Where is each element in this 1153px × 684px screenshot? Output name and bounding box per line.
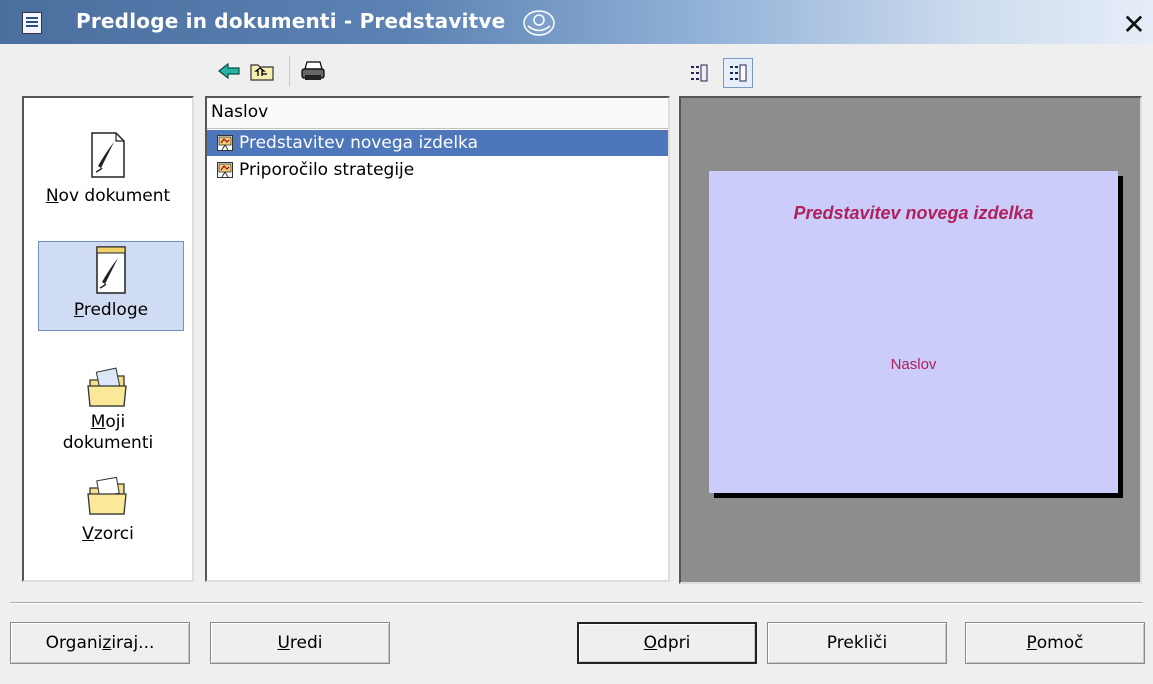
shade-icon[interactable] (522, 9, 556, 37)
presentation-icon (217, 162, 233, 178)
sidebar-item-samples[interactable]: Vzorci (24, 474, 192, 545)
list-item[interactable]: Predstavitev novega izdelka (207, 130, 668, 156)
sidebar: Nov dokument Predloge Moji dokumenti Vzo… (22, 96, 194, 582)
template-list: Naslov Predstavitev novega izdelka Pripo… (205, 96, 670, 582)
edit-button[interactable]: Uredi (210, 622, 390, 664)
slide-subtitle: Naslov (890, 356, 937, 373)
sidebar-item-label: Nov dokument (45, 186, 171, 206)
printer-icon[interactable] (298, 56, 328, 86)
slide-preview: Predstavitev novega izdelka Naslov (709, 171, 1118, 493)
organize-button[interactable]: Organi z iraj... (10, 622, 190, 664)
sidebar-item-label: Vzorci (82, 524, 134, 544)
separator (10, 602, 1143, 604)
sidebar-item-label: Predloge (73, 300, 149, 320)
samples-folder-icon (87, 476, 127, 515)
details-view-icon (691, 64, 708, 82)
app-icon (22, 12, 42, 34)
sidebar-item-templates[interactable]: Predloge (38, 241, 184, 331)
cancel-button[interactable]: Prekliči (767, 622, 947, 664)
back-arrow-icon[interactable] (216, 56, 242, 86)
preview-pane: Predstavitev novega izdelka Naslov (679, 96, 1142, 584)
close-button[interactable]: ✕ (1118, 7, 1150, 41)
sidebar-item-new-document[interactable]: Nov dokument (24, 130, 192, 207)
templates-icon (96, 246, 126, 294)
slide-title: Predstavitev novega izdelka (793, 203, 1034, 223)
column-header-title[interactable]: Naslov (207, 98, 668, 129)
list-item[interactable]: Priporočilo strategije (207, 157, 668, 183)
details-view-button[interactable] (684, 58, 714, 88)
toolbar-separator (289, 56, 290, 86)
presentation-icon (217, 135, 233, 151)
sidebar-item-my-documents[interactable]: Moji dokumenti (24, 366, 192, 454)
folder-up-icon[interactable] (247, 56, 277, 86)
new-document-icon (91, 132, 125, 178)
window-title: Predloge in dokumenti - Predstavitve (76, 9, 506, 33)
help-button[interactable]: Pomoč (965, 622, 1145, 664)
close-icon: ✕ (1122, 7, 1146, 41)
title-bar[interactable]: Predloge in dokumenti - Predstavitve ✕ (0, 0, 1153, 44)
templates-dialog: Predloge in dokumenti - Predstavitve ✕ N… (0, 0, 1153, 684)
preview-view-icon (730, 64, 747, 82)
open-button[interactable]: Odpri (577, 622, 757, 664)
sidebar-item-label: Moji dokumenti (62, 412, 154, 453)
preview-view-button[interactable] (723, 58, 753, 88)
my-documents-folder-icon (87, 367, 127, 407)
